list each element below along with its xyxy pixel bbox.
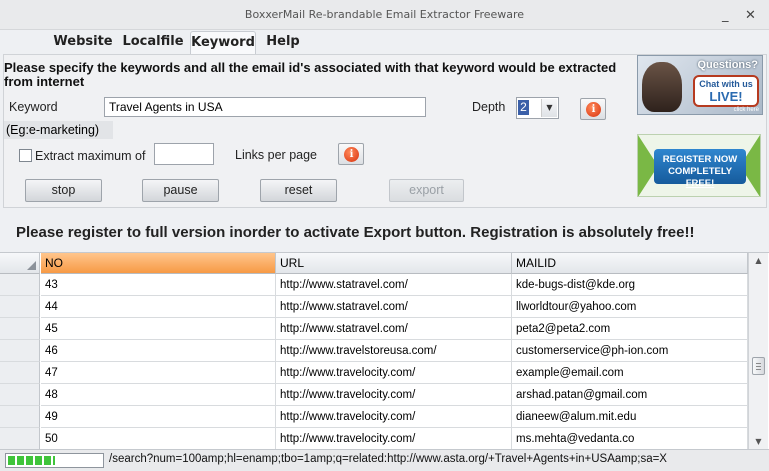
select-all-icon bbox=[27, 261, 36, 270]
progress-bar bbox=[5, 453, 104, 468]
extract-max-label: Extract maximum of bbox=[35, 149, 146, 163]
depth-info-button[interactable]: i bbox=[580, 98, 606, 120]
reset-button[interactable]: reset bbox=[260, 179, 337, 202]
column-header-mailid[interactable]: MAILID bbox=[512, 253, 748, 274]
cell-url[interactable]: http://www.travelstoreusa.com/ bbox=[276, 340, 512, 362]
row-header[interactable] bbox=[0, 362, 40, 384]
table-row[interactable]: 49 http://www.travelocity.com/ dianeew@a… bbox=[0, 406, 748, 428]
tab-website[interactable]: Website bbox=[48, 31, 118, 55]
row-header[interactable] bbox=[0, 406, 40, 428]
chevron-down-icon[interactable]: ▼ bbox=[541, 99, 557, 117]
agent-avatar bbox=[642, 62, 682, 112]
chat-click-text: click here bbox=[733, 107, 759, 113]
register-button-graphic: REGISTER NOW COMPLETELY FREE! bbox=[654, 149, 746, 189]
keyword-label: Keyword bbox=[9, 100, 58, 114]
table-row[interactable]: 44 http://www.statravel.com/ llworldtour… bbox=[0, 296, 748, 318]
table-row[interactable]: 46 http://www.travelstoreusa.com/ custom… bbox=[0, 340, 748, 362]
cell-url[interactable]: http://www.statravel.com/ bbox=[276, 296, 512, 318]
vertical-scrollbar[interactable]: ▲ ▼ bbox=[748, 253, 768, 449]
keyword-input[interactable] bbox=[104, 97, 426, 117]
tab-help[interactable]: Help bbox=[262, 31, 304, 55]
extract-max-input[interactable] bbox=[154, 143, 214, 165]
tab-localfile[interactable]: Localfile bbox=[120, 31, 186, 55]
info-icon: i bbox=[344, 147, 359, 162]
depth-select[interactable]: 2 ▼ bbox=[516, 97, 559, 119]
minimize-button[interactable]: _ bbox=[722, 8, 729, 23]
cell-mailid[interactable]: arshad.patan@gmail.com bbox=[512, 384, 748, 406]
table-row[interactable]: 43 http://www.statravel.com/ kde-bugs-di… bbox=[0, 274, 748, 296]
scroll-down-icon[interactable]: ▼ bbox=[749, 434, 768, 449]
tab-keyword[interactable]: Keyword bbox=[190, 31, 256, 55]
cell-no[interactable]: 50 bbox=[41, 428, 276, 449]
register-free: FREE! bbox=[685, 178, 715, 189]
cell-no[interactable]: 49 bbox=[41, 406, 276, 428]
extract-max-checkbox[interactable] bbox=[19, 149, 32, 162]
cell-no[interactable]: 43 bbox=[41, 274, 276, 296]
cell-mailid[interactable]: llworldtour@yahoo.com bbox=[512, 296, 748, 318]
depth-value: 2 bbox=[518, 100, 529, 115]
cell-url[interactable]: http://www.statravel.com/ bbox=[276, 274, 512, 296]
table-row[interactable]: 45 http://www.statravel.com/ peta2@peta2… bbox=[0, 318, 748, 340]
links-per-page-label: Links per page bbox=[235, 148, 318, 162]
row-header[interactable] bbox=[0, 296, 40, 318]
cell-no[interactable]: 44 bbox=[41, 296, 276, 318]
register-line1: REGISTER NOW bbox=[662, 154, 738, 165]
cell-url[interactable]: http://www.travelocity.com/ bbox=[276, 384, 512, 406]
export-button[interactable]: export bbox=[389, 179, 464, 202]
depth-label: Depth bbox=[472, 100, 506, 114]
table-corner[interactable] bbox=[0, 253, 40, 274]
instructions-text: Please specify the keywords and all the … bbox=[4, 60, 617, 89]
column-header-url[interactable]: URL bbox=[276, 253, 512, 274]
cell-mailid[interactable]: peta2@peta2.com bbox=[512, 318, 748, 340]
cell-no[interactable]: 45 bbox=[41, 318, 276, 340]
cell-mailid[interactable]: customerservice@ph-ion.com bbox=[512, 340, 748, 362]
cell-mailid[interactable]: ms.mehta@vedanta.co bbox=[512, 428, 748, 449]
cell-url[interactable]: http://www.travelocity.com/ bbox=[276, 406, 512, 428]
table-row[interactable]: 50 http://www.travelocity.com/ ms.mehta@… bbox=[0, 428, 748, 449]
cell-no[interactable]: 47 bbox=[41, 362, 276, 384]
table-row[interactable]: 47 http://www.travelocity.com/ example@e… bbox=[0, 362, 748, 384]
window-title: BoxxerMail Re-brandable Email Extractor … bbox=[244, 8, 525, 21]
register-banner[interactable]: REGISTER NOW COMPLETELY FREE! bbox=[637, 134, 761, 197]
status-bar: /search?num=100amp;hl=enamp;tbo=1amp;q=r… bbox=[0, 449, 769, 471]
scroll-thumb[interactable] bbox=[752, 357, 765, 375]
register-notice: Please register to full version inorder … bbox=[16, 224, 695, 241]
live-chat-banner[interactable]: Questions? Chat with us LIVE! click here bbox=[637, 55, 763, 115]
row-header[interactable] bbox=[0, 274, 40, 296]
cell-url[interactable]: http://www.travelocity.com/ bbox=[276, 428, 512, 449]
results-table: NO URL MAILID 43 http://www.statravel.co… bbox=[0, 252, 769, 449]
example-hint: (Eg:e-marketing) bbox=[4, 121, 113, 139]
cell-no[interactable]: 48 bbox=[41, 384, 276, 406]
pause-button[interactable]: pause bbox=[142, 179, 219, 202]
info-icon: i bbox=[586, 102, 601, 117]
chat-questions-text: Questions? bbox=[697, 59, 758, 71]
stop-button[interactable]: stop bbox=[25, 179, 102, 202]
chat-live-text: LIVE! bbox=[709, 89, 743, 104]
row-header[interactable] bbox=[0, 340, 40, 362]
scroll-up-icon[interactable]: ▲ bbox=[749, 253, 768, 269]
chat-bubble: Chat with us LIVE! bbox=[693, 75, 759, 107]
close-button[interactable]: ✕ bbox=[745, 8, 756, 23]
cell-mailid[interactable]: kde-bugs-dist@kde.org bbox=[512, 274, 748, 296]
row-header[interactable] bbox=[0, 318, 40, 340]
cell-url[interactable]: http://www.travelocity.com/ bbox=[276, 362, 512, 384]
progress-fill bbox=[8, 456, 55, 465]
row-header[interactable] bbox=[0, 428, 40, 449]
title-bar: BoxxerMail Re-brandable Email Extractor … bbox=[0, 0, 769, 30]
cell-no[interactable]: 46 bbox=[41, 340, 276, 362]
column-header-no[interactable]: NO bbox=[41, 253, 276, 274]
cell-mailid[interactable]: example@email.com bbox=[512, 362, 748, 384]
row-header[interactable] bbox=[0, 384, 40, 406]
register-line2: COMPLETELY bbox=[668, 166, 732, 177]
cell-mailid[interactable]: dianeew@alum.mit.edu bbox=[512, 406, 748, 428]
table-row[interactable]: 48 http://www.travelocity.com/ arshad.pa… bbox=[0, 384, 748, 406]
status-text: /search?num=100amp;hl=enamp;tbo=1amp;q=r… bbox=[109, 453, 667, 465]
links-info-button[interactable]: i bbox=[338, 143, 364, 165]
cell-url[interactable]: http://www.statravel.com/ bbox=[276, 318, 512, 340]
